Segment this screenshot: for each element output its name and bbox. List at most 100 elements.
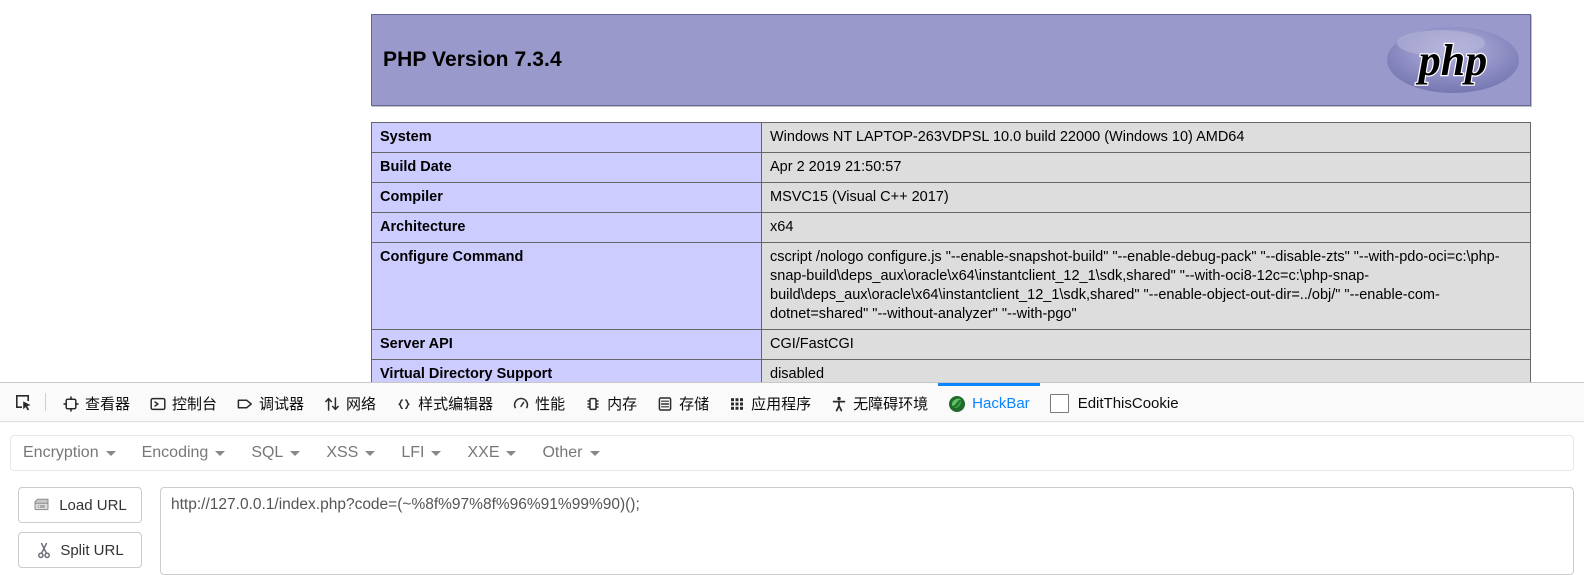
menu-sql[interactable]: SQL [251,441,312,465]
table-row: Architecture x64 [372,213,1531,243]
load-url-button[interactable]: Load URL [18,487,142,523]
network-icon [324,396,340,412]
chevron-down-icon [365,451,375,456]
php-version-banner: PHP Version 7.3.4 php [371,14,1531,106]
php-logo: php [1380,22,1526,98]
browser-content-area: PHP Version 7.3.4 php [0,0,1584,382]
button-label: Split URL [60,542,123,559]
row-key: System [372,123,762,153]
menu-encoding[interactable]: Encoding [142,441,238,465]
debugger-icon [237,396,253,412]
row-key: Virtual Directory Support [372,360,762,383]
menu-label: SQL [251,444,283,462]
phpinfo-table: System Windows NT LAPTOP-263VDPSL 10.0 b… [371,122,1531,382]
row-value: MSVC15 (Visual C++ 2017) [762,183,1531,213]
tab-console[interactable]: 控制台 [140,383,227,422]
row-value: x64 [762,213,1531,243]
table-row: System Windows NT LAPTOP-263VDPSL 10.0 b… [372,123,1531,153]
tab-inspector[interactable]: 查看器 [53,383,140,422]
hackbar-icon [948,395,966,413]
application-icon [729,396,745,412]
scissors-icon [36,542,52,559]
table-row: Compiler MSVC15 (Visual C++ 2017) [372,183,1531,213]
menu-label: Encryption [23,444,99,462]
storage-icon [657,396,673,412]
tab-label: 存储 [679,393,709,414]
devtools-panel: 查看器 控制台 调试器 [0,382,1584,566]
toolbar-divider [45,393,46,411]
tab-network[interactable]: 网络 [314,383,386,422]
row-key: Architecture [372,213,762,243]
row-value: Apr 2 2019 21:50:57 [762,153,1531,183]
chevron-down-icon [215,451,225,456]
performance-icon [513,396,529,412]
menu-label: XSS [326,444,358,462]
table-row: Build Date Apr 2 2019 21:50:57 [372,153,1531,183]
devtools-tabbar: 查看器 控制台 调试器 [0,383,1584,422]
phpinfo-document: PHP Version 7.3.4 php [371,0,1531,382]
table-row: Server API CGI/FastCGI [372,330,1531,360]
tab-label: HackBar [972,395,1030,412]
element-picker-icon[interactable] [8,388,38,416]
tab-label: 内存 [607,393,637,414]
menu-label: Other [542,444,582,462]
hackbar-body: Load URL Split URL [18,487,1574,575]
button-label: Load URL [59,497,127,514]
style-editor-icon [396,396,412,412]
row-value: cscript /nologo configure.js "--enable-s… [762,243,1531,330]
chevron-down-icon [506,451,516,456]
tab-performance[interactable]: 性能 [503,383,575,422]
table-row: Virtual Directory Support disabled [372,360,1531,383]
row-value: Windows NT LAPTOP-263VDPSL 10.0 build 22… [762,123,1531,153]
memory-icon [585,396,601,412]
tab-label: 网络 [346,393,376,414]
tab-style-editor[interactable]: 样式编辑器 [386,383,503,422]
tab-label: 无障碍环境 [853,393,928,414]
chevron-down-icon [590,451,600,456]
chevron-down-icon [431,451,441,456]
tab-label: 样式编辑器 [418,393,493,414]
tab-memory[interactable]: 内存 [575,383,647,422]
chevron-down-icon [290,451,300,456]
row-key: Configure Command [372,243,762,330]
menu-other[interactable]: Other [542,441,611,465]
tab-label: 调试器 [259,393,304,414]
menu-encryption[interactable]: Encryption [23,441,128,465]
tab-editthiscookie[interactable]: EditThisCookie [1040,383,1189,422]
tab-accessibility[interactable]: 无障碍环境 [821,383,938,422]
menu-label: LFI [401,444,424,462]
tab-label: 查看器 [85,393,130,414]
inspector-icon [63,396,79,412]
hackbar-button-column: Load URL Split URL [18,487,142,575]
hackbar-panel: Encryption Encoding SQL XSS LFI XXE [0,423,1584,566]
split-url-button[interactable]: Split URL [18,532,142,568]
tab-label: EditThisCookie [1078,395,1179,412]
hackbar-menubar: Encryption Encoding SQL XSS LFI XXE [10,435,1574,471]
chevron-down-icon [106,451,116,456]
menu-xss[interactable]: XSS [326,441,387,465]
menu-lfi[interactable]: LFI [401,441,453,465]
menu-label: XXE [467,444,499,462]
row-key: Compiler [372,183,762,213]
page-title: PHP Version 7.3.4 [383,48,562,72]
load-url-icon [33,497,51,513]
row-value: CGI/FastCGI [762,330,1531,360]
tab-storage[interactable]: 存储 [647,383,719,422]
console-icon [150,396,166,412]
url-input[interactable] [160,487,1574,575]
svg-text:php: php [1415,36,1487,85]
tab-label: 控制台 [172,393,217,414]
table-row: Configure Command cscript /nologo config… [372,243,1531,330]
row-key: Server API [372,330,762,360]
tab-application[interactable]: 应用程序 [719,383,821,422]
row-value: disabled [762,360,1531,383]
checkbox-icon[interactable] [1050,394,1069,413]
tab-debugger[interactable]: 调试器 [227,383,314,422]
accessibility-icon [831,396,847,412]
tab-hackbar[interactable]: HackBar [938,383,1040,422]
tab-label: 性能 [535,393,565,414]
menu-label: Encoding [142,444,209,462]
tab-label: 应用程序 [751,393,811,414]
row-key: Build Date [372,153,762,183]
menu-xxe[interactable]: XXE [467,441,528,465]
